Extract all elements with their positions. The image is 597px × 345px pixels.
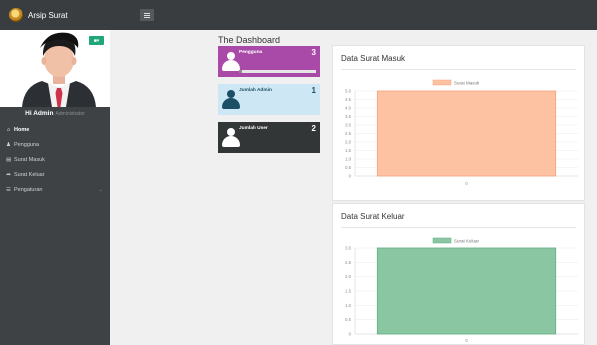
y-tick-label: 2.5 [345,260,351,265]
brand-title: Arsip Surat [28,10,68,20]
surat-keluar-chart: Surat Keluar 0 0.5 1.0 1.5 2.0 2.5 3.0 0 [345,237,578,343]
bar [376,90,557,177]
stat-card-pengguna[interactable]: Pengguna 3 [218,46,320,77]
user-silhouette-icon [222,52,240,76]
sidebar-item-surat-masuk[interactable]: ▤ Surat Masuk [0,153,110,168]
surat-keluar-panel: Data Surat Keluar Surat Keluar 0 0.5 1.0 1.5… [332,203,585,345]
stat-card-label: Pengguna [239,50,263,55]
legend-label: Surat Masuk [454,81,480,86]
y-tick-label: 0 [349,174,352,179]
sidebar-item-label: Surat Masuk [14,157,45,163]
y-tick-label: 4.5 [345,97,351,102]
avatar [18,30,100,107]
y-tick-label: 2.0 [345,140,351,145]
profile-section: ■▾ [0,30,110,107]
top-navbar: Arsip Surat [0,0,597,30]
user-icon: ♟ [6,142,11,148]
y-tick-label: 2.5 [345,131,351,136]
user-silhouette-icon [222,128,240,152]
user-greeting: Hi Admin Administrator [0,107,110,121]
user-silhouette-icon [222,90,240,114]
stat-card-user[interactable]: Jumlah User 2 [218,122,320,153]
stat-card-progress [239,70,316,73]
home-icon: ⌂ [6,127,11,133]
y-tick-label: 3.5 [345,114,351,119]
stat-card-label: Jumlah User [239,126,268,131]
y-tick-label: 3.0 [345,123,351,128]
legend-swatch [432,79,452,86]
sidebar-item-label: Pengaturan [14,187,43,193]
chevron-down-icon: ⌄ [98,187,103,193]
y-tick-label: 1.5 [345,289,351,294]
y-tick-label: 5.0 [345,89,351,94]
stat-card-admin[interactable]: Jumlah Admin 1 [218,84,320,115]
y-tick-label: 2.0 [345,274,351,279]
y-tick-label: 0 [349,332,352,337]
inbox-icon: ▤ [6,157,12,163]
profile-menu-button[interactable]: ■▾ [89,36,104,45]
brand[interactable]: Arsip Surat [9,8,68,22]
user-role: Administrator [55,111,85,117]
settings-list-icon: ☰ [6,187,11,193]
share-icon: ➦ [6,172,11,178]
legend-label: Surat Keluar [454,239,480,244]
sidebar-nav: ⌂ Home ♟ Pengguna ▤ Surat Masuk ➦ Surat … [0,123,110,198]
x-tick-label: 0 [465,181,468,186]
stat-card-count: 2 [311,124,316,133]
y-tick-label: 1.5 [345,148,351,153]
y-tick-label: 0.5 [345,165,351,170]
sidebar: ■▾ Hi Admin Administrator ⌂ Home ♟ Penggu… [0,30,110,345]
sidebar-item-surat-keluar[interactable]: ➦ Surat Keluar [0,168,110,183]
user-caret-icon: ■▾ [93,37,100,44]
surat-masuk-panel: Data Surat Masuk Surat Masuk 0 0.5 1.0 1.5 2.… [332,45,585,201]
sidebar-item-home[interactable]: ⌂ Home [0,123,110,138]
surat-masuk-chart: Surat Masuk 0 0.5 1.0 1.5 2.0 2.5 3.0 3.5 4.0 4.5 5… [345,79,578,186]
stat-card-count: 1 [311,86,316,95]
y-tick-label: 1.0 [345,157,351,162]
stat-card-label: Jumlah Admin [239,88,272,93]
bar [376,247,557,335]
archive-logo-icon [9,8,23,22]
y-tick-label: 1.0 [345,303,351,308]
page-title: The Dashboard [218,35,281,45]
sidebar-item-label: Surat Keluar [14,172,45,178]
legend-swatch [432,237,452,244]
stat-card-count: 3 [311,48,316,57]
menu-toggle-button[interactable] [140,9,154,21]
sidebar-item-pengguna[interactable]: ♟ Pengguna [0,138,110,153]
y-tick-label: 3.0 [345,246,351,251]
sidebar-item-label: Home [14,127,30,133]
sidebar-item-pengaturan[interactable]: ☰ Pengaturan ⌄ [0,183,110,198]
sidebar-item-label: Pengguna [14,142,40,148]
user-name: Hi Admin [25,110,54,117]
y-tick-label: 0.5 [345,317,351,322]
hamburger-icon [144,14,150,16]
y-tick-label: 4.0 [345,106,351,111]
x-tick-label: 0 [465,338,468,343]
